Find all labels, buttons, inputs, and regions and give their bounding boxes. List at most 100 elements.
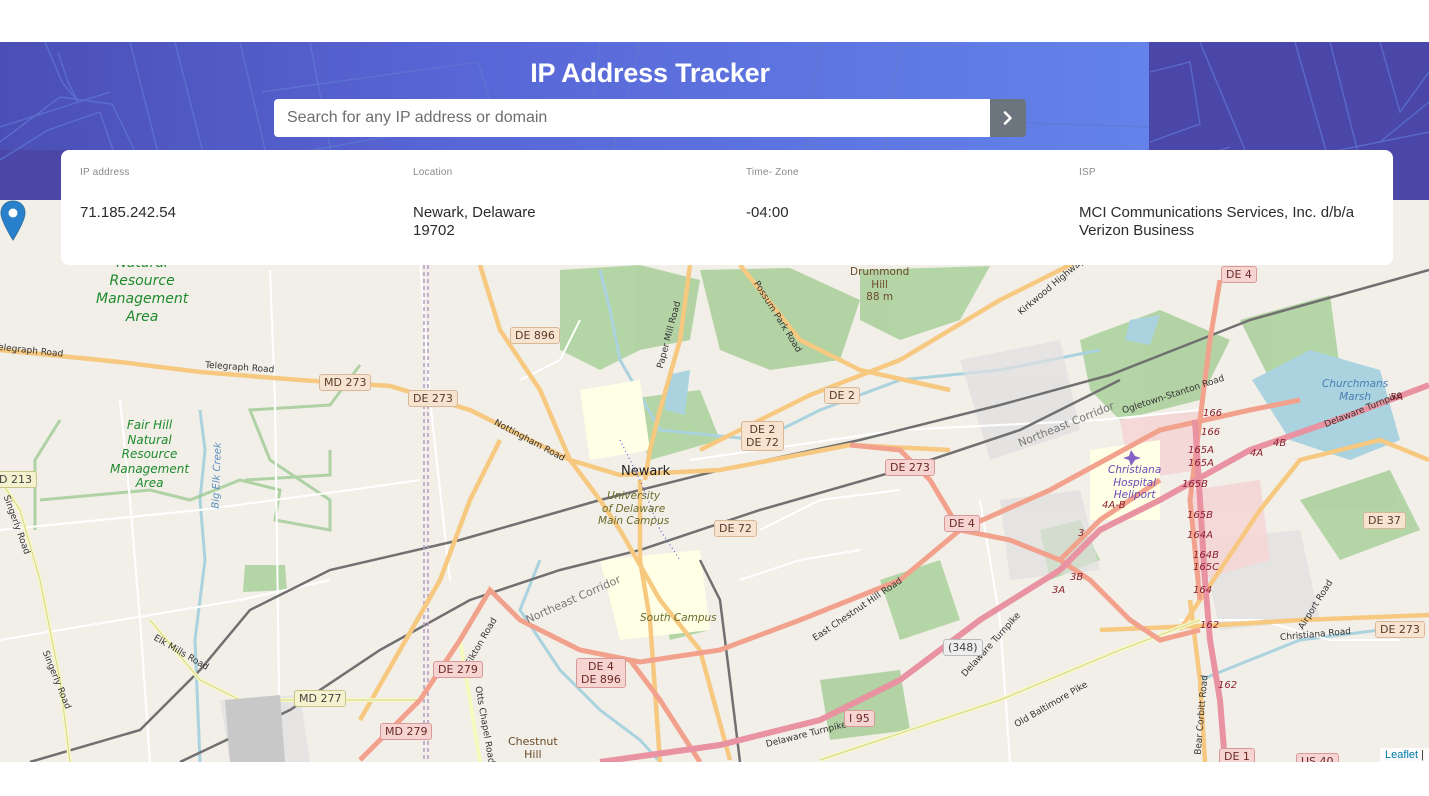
route-shield: (348): [943, 639, 983, 656]
map-label-line: Fair Hill: [126, 418, 173, 432]
exit-label: 165B: [1182, 479, 1208, 490]
route-shield: DE 273: [885, 459, 935, 476]
map-label-line: Natural: [127, 432, 172, 447]
info-timezone: Time- Zone -04:00: [727, 150, 1060, 265]
ip-info-card: IP address 71.185.242.54 Location Newark…: [61, 150, 1393, 265]
route-shield: DE 4: [1221, 266, 1257, 283]
map-label-newark: Newark: [621, 464, 671, 479]
search-submit-button[interactable]: [990, 99, 1026, 137]
route-shield-stack: DE 4 DE 896: [576, 658, 626, 688]
map-label-line: Marsh: [1339, 390, 1372, 403]
page-title-text: IP Address Tracker: [530, 58, 770, 88]
exit-label: 162: [1218, 680, 1238, 691]
map-label-line: Hospital: [1113, 476, 1157, 489]
chevron-right-icon: [1003, 111, 1012, 125]
map-label-university: University of Delaware Main Campus: [598, 490, 669, 528]
map-label-christiana-heliport: Christiana Hospital Heliport: [1108, 464, 1161, 502]
location-postal: 19702: [413, 222, 455, 239]
map-label-line: Main Campus: [598, 515, 670, 527]
exit-label: 165A: [1188, 445, 1214, 456]
route-shield: DE 4: [944, 515, 980, 532]
map-label-line: of Delaware: [602, 502, 666, 515]
map-label-south-campus: South Campus: [640, 612, 717, 624]
map-label-line: Christiana: [1108, 464, 1162, 476]
map-label-line: Resource: [109, 273, 175, 289]
route-shield-line: DE 2: [749, 423, 776, 436]
map-label-line: Resource: [121, 447, 178, 461]
search-bar: [274, 99, 1026, 137]
info-value: -04:00: [746, 204, 789, 221]
exit-label: 5A: [1390, 392, 1404, 403]
exit-label: 165A: [1188, 458, 1214, 469]
isp-line-2: Verizon Business: [1079, 222, 1195, 239]
location-city: Newark, Delaware: [413, 204, 536, 221]
route-shield: DE 2: [824, 387, 860, 404]
route-shield-line: DE 896: [581, 673, 621, 686]
route-shield: I 95: [844, 710, 875, 727]
map-label-chestnut-hill: Chestnut Hill: [508, 735, 558, 761]
route-shield-line: DE 72: [746, 436, 779, 449]
route-shield: DE 896: [510, 327, 560, 344]
exit-label: 4A: [1250, 448, 1264, 459]
exit-label: 166: [1203, 408, 1223, 419]
info-label: IP address: [80, 167, 130, 178]
leaflet-link[interactable]: Leaflet: [1385, 749, 1418, 761]
route-shield: DE 72: [714, 520, 757, 537]
map-label-line: Management: [110, 461, 190, 476]
route-shield: DE 1: [1219, 748, 1255, 762]
page-title: IP Address Tracker: [0, 58, 1300, 89]
route-shield: US 40: [1296, 753, 1339, 762]
route-shield: DE 273: [408, 390, 458, 407]
map-attribution: Leaflet |: [1380, 748, 1429, 762]
map-label-line: Hill: [524, 747, 542, 761]
attribution-separator: |: [1421, 749, 1424, 761]
route-shield-stack: DE 2 DE 72: [741, 421, 784, 451]
route-shield: DE 273: [1375, 621, 1425, 638]
map-label-line: Drummond: [850, 266, 910, 278]
exit-label: 164A: [1187, 530, 1213, 541]
route-shield-line: DE 4: [588, 660, 614, 673]
route-shield: D 213: [0, 471, 37, 488]
map-label-line: 88 m: [866, 291, 894, 303]
isp-line-1: MCI Communications Services, Inc. d/b/a: [1079, 204, 1355, 221]
exit-label: 165C: [1193, 562, 1220, 573]
info-location: Location Newark, Delaware 19702: [394, 150, 727, 265]
page: IP Address Tracker IP address 71.185.242…: [0, 0, 1429, 796]
exit-label: 166: [1201, 427, 1221, 438]
map-label-churchmans-marsh: Churchmans Marsh: [1322, 378, 1388, 403]
info-ip-address: IP address 71.185.242.54: [61, 150, 394, 265]
map-label-line: University: [607, 490, 661, 502]
exit-label: 3B: [1070, 572, 1084, 583]
map-label-line: Churchmans: [1322, 378, 1389, 390]
info-value: 71.185.242.54: [80, 204, 176, 221]
route-shield: MD 279: [380, 723, 433, 740]
map-label-line: Area: [125, 309, 159, 325]
exit-label: 4B: [1273, 438, 1287, 449]
info-isp: ISP MCI Communications Services, Inc. d/…: [1060, 150, 1393, 265]
search-input[interactable]: [274, 99, 990, 137]
info-value: MCI Communications Services, Inc. d/b/a …: [1079, 204, 1374, 240]
info-label: Time- Zone: [746, 167, 799, 178]
map-marker-icon[interactable]: [0, 200, 26, 241]
info-label: Location: [413, 167, 453, 178]
route-shield: DE 279: [433, 661, 483, 678]
exit-label: 162: [1200, 620, 1220, 631]
exit-label: 3: [1078, 528, 1085, 539]
map[interactable]: Natural Resource Management Area Fair Hi…: [0, 200, 1429, 762]
exit-label: 165B: [1187, 510, 1213, 521]
info-label: ISP: [1079, 167, 1096, 178]
map-label-line: Hill: [871, 278, 888, 291]
map-label-line: Chestnut: [508, 735, 558, 748]
route-shield: DE 37: [1363, 512, 1406, 529]
exit-label: 4A-B: [1102, 500, 1126, 511]
route-shield: MD 273: [319, 374, 372, 391]
exit-label: 164B: [1193, 550, 1219, 561]
map-label-drummond-hill: Drummond Hill 88 m: [850, 266, 909, 304]
route-shield: MD 277: [294, 690, 347, 707]
map-label-line: Management: [96, 291, 189, 307]
map-label-fair-hill: Fair Hill Natural Resource Management Ar…: [110, 418, 189, 491]
exit-label: 164: [1193, 585, 1213, 596]
exit-label: 3A: [1052, 585, 1066, 596]
map-label-line: Area: [135, 476, 164, 490]
map-label-big-elk-creek: Big Elk Creek: [210, 442, 224, 509]
